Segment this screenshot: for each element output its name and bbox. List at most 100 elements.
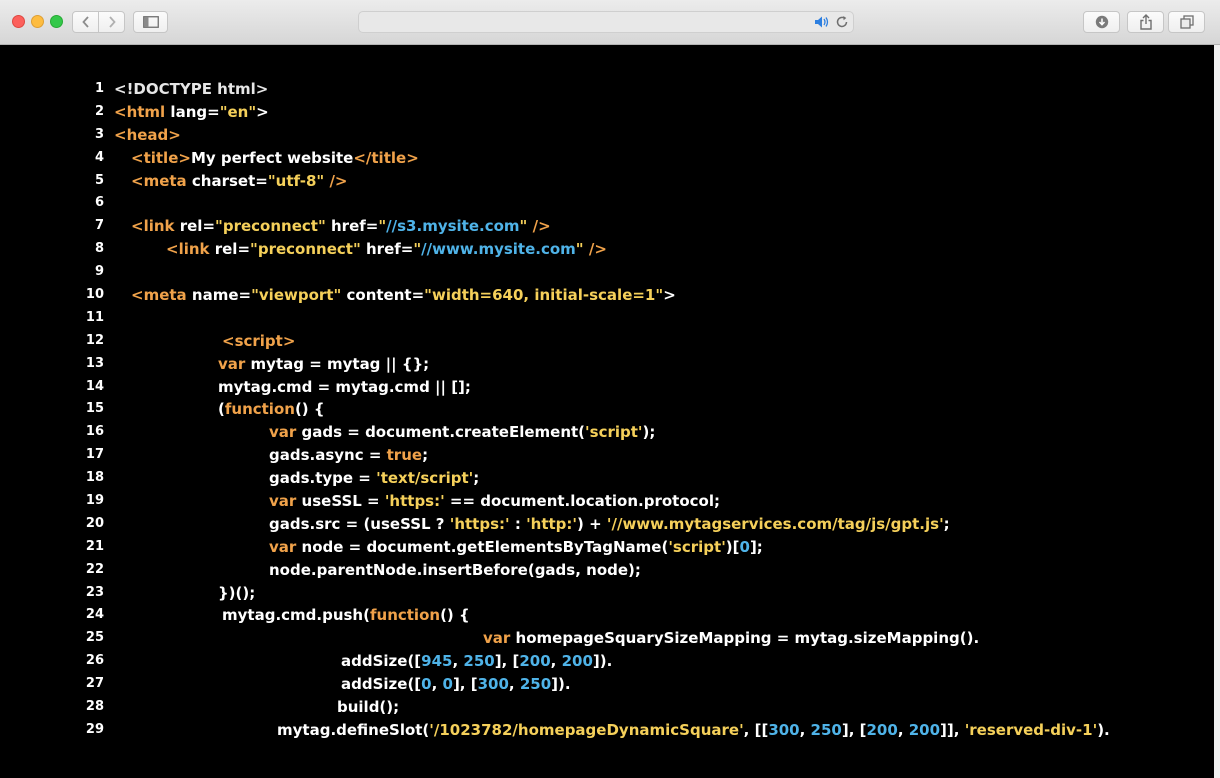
tabs-icon (1179, 15, 1194, 29)
show-tabs-button[interactable] (1168, 11, 1205, 33)
code-token: var (269, 423, 297, 442)
reload-icon[interactable] (835, 15, 849, 29)
address-bar[interactable] (358, 11, 854, 33)
code-token: > (663, 286, 676, 305)
code-token: , (508, 675, 520, 694)
code-token: 200 (908, 720, 941, 739)
line-number: 9 (94, 264, 104, 280)
code-token: 'reserved-div-1' (964, 720, 1098, 739)
line-number: 27 (85, 676, 104, 692)
code-listing: 1 <!DOCTYPE html> 2 <html lang="en"> 3 <head>… (0, 78, 1214, 742)
code-token: ]). (592, 652, 613, 671)
code-token: 'script' (585, 423, 643, 442)
code-line: 4 <title>My perfect website</title> (0, 147, 1214, 170)
code-token: <head> (114, 125, 181, 144)
line-number: 5 (94, 172, 104, 188)
close-icon[interactable] (12, 15, 25, 28)
code-line: 11 (0, 307, 1214, 330)
code-token: 200 (561, 652, 593, 671)
code-token: href= (325, 217, 379, 236)
line-number: 24 (85, 607, 104, 623)
line-number: 29 (85, 721, 104, 737)
line-number: 25 (85, 630, 104, 646)
code-token: 300 (768, 720, 800, 739)
code-token: , (799, 720, 811, 739)
code-text: <link rel="preconnect" href="//s3.mysite… (131, 215, 551, 238)
line-number: 6 (94, 195, 104, 211)
code-token: 0 (739, 537, 750, 556)
download-button[interactable] (1083, 11, 1120, 33)
code-token: 0 (421, 675, 432, 694)
code-token: useSSL = (296, 492, 385, 511)
code-text: var mytag = mytag || {}; (218, 353, 429, 376)
code-token: ) + (577, 514, 607, 533)
code-token: ). (1097, 720, 1110, 739)
code-token: /> (324, 171, 348, 190)
code-line: 6 (0, 192, 1214, 215)
code-token: ]], (940, 720, 965, 739)
line-number: 7 (94, 218, 104, 234)
download-icon (1095, 15, 1108, 29)
code-token: 'https:' (449, 514, 510, 533)
code-line: 19 var useSSL = 'https:' == document.loca… (0, 490, 1214, 513)
line-number: 4 (94, 149, 104, 165)
code-token: node.parentNode.insertBefore(gads, node)… (269, 560, 641, 579)
code-line: 20 gads.src = (useSSL ? 'https:' : 'http:… (0, 513, 1214, 536)
code-token: //s3.mysite.com (386, 217, 520, 236)
line-number: 14 (85, 378, 104, 394)
code-token: <script> (222, 331, 296, 350)
sidebar-icon (142, 16, 159, 28)
code-token: ]; (749, 537, 763, 556)
scrollbar[interactable] (1214, 45, 1220, 778)
code-token: , (431, 675, 443, 694)
zoom-icon[interactable] (50, 15, 63, 28)
browser-window: 1 <!DOCTYPE html> 2 <html lang="en"> 3 <head>… (0, 0, 1220, 778)
forward-button[interactable] (98, 11, 125, 33)
code-token: > (256, 102, 269, 121)
code-token: ; (943, 514, 950, 533)
code-line: 3 <head> (0, 124, 1214, 147)
speaker-icon[interactable] (814, 15, 830, 29)
code-token: "en" (219, 102, 257, 121)
code-token: ); (642, 423, 656, 442)
code-token: /> (583, 240, 607, 259)
code-text: build(); (337, 696, 399, 719)
code-token: "utf-8" (267, 171, 325, 190)
code-token: 250 (463, 652, 495, 671)
minimize-icon[interactable] (31, 15, 44, 28)
code-token: rel= (209, 240, 251, 259)
code-token: true (386, 446, 423, 465)
code-text: gads.type = 'text/script'; (269, 467, 479, 490)
code-token: function (369, 606, 441, 625)
code-token: " (575, 240, 584, 259)
code-text: gads.src = (useSSL ? 'https:' : 'http:')… (269, 513, 950, 536)
share-button[interactable] (1127, 11, 1164, 33)
code-token: rel= (174, 217, 216, 236)
code-token: 300 (477, 675, 509, 694)
line-number: 12 (85, 332, 104, 348)
back-button[interactable] (72, 11, 99, 33)
code-token: /> (527, 217, 551, 236)
code-token: <link (166, 240, 210, 259)
code-token: <meta (131, 286, 187, 305)
code-token: gads.type = (269, 469, 377, 488)
code-text: var gads = document.createElement('scrip… (269, 421, 655, 444)
code-token: ( (218, 400, 225, 419)
code-token: '//www.mytagservices.com/tag/js/gpt.js' (606, 514, 944, 533)
code-token: <!DOCTYPE html> (114, 80, 269, 98)
code-line: 27 addSize([0, 0], [300, 250]). (0, 673, 1214, 696)
code-line: 2 <html lang="en"> (0, 101, 1214, 124)
code-token: , (550, 652, 562, 671)
line-number: 1 (94, 81, 104, 96)
sidebar-button[interactable] (133, 11, 168, 33)
code-token: var (269, 492, 297, 511)
back-icon (81, 16, 89, 28)
code-token: " (413, 240, 422, 259)
code-token: addSize([ (341, 675, 422, 694)
forward-icon (108, 16, 116, 28)
code-token: "preconnect" (215, 217, 326, 236)
code-token: <html (114, 102, 166, 121)
code-token: mytag = mytag || {}; (245, 354, 430, 373)
line-number: 26 (85, 653, 104, 669)
code-line: 12 <script> (0, 330, 1214, 353)
